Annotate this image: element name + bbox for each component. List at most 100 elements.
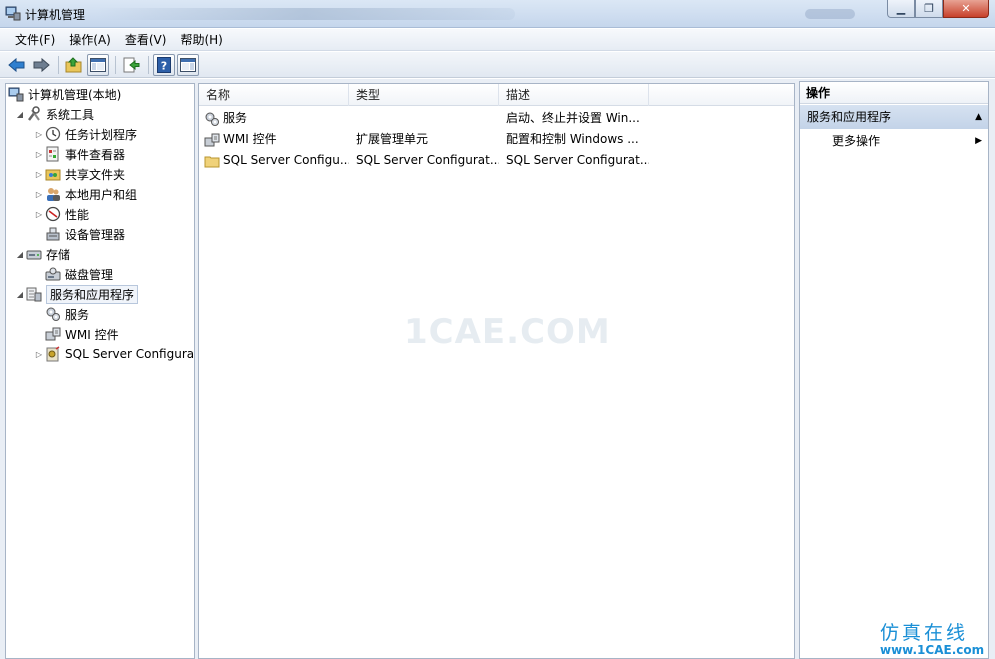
list-row-wmi[interactable]: WMI 控件 扩展管理单元 配置和控制 Windows ...: [199, 129, 794, 150]
help-icon: ?: [157, 56, 171, 73]
actions-pane: 操作 服务和应用程序 ▲ 更多操作 ▶: [799, 81, 989, 659]
wmi-control-icon: [45, 327, 61, 341]
collapse-up-icon[interactable]: ▲: [975, 105, 982, 129]
tree-item-root[interactable]: 计算机管理(本地): [8, 84, 121, 104]
menu-action[interactable]: 操作(A): [62, 29, 118, 50]
tree-label: 服务: [65, 307, 90, 322]
sql-server-icon: [46, 346, 60, 362]
menu-bar: 文件(F) 操作(A) 查看(V) 帮助(H): [0, 29, 995, 51]
tree-item-services[interactable]: 服务: [45, 304, 89, 324]
back-icon: [8, 57, 25, 72]
collapsed-arrow-icon[interactable]: ▷: [33, 144, 45, 164]
expanded-arrow-icon[interactable]: ◢: [14, 244, 26, 264]
tree-item-local-users[interactable]: ▷ 本地用户和组: [33, 184, 137, 204]
tree-label: SQL Server Configura: [65, 347, 195, 361]
expanded-arrow-icon[interactable]: ◢: [14, 104, 26, 124]
menu-file[interactable]: 文件(F): [8, 29, 62, 50]
help-button[interactable]: ?: [153, 53, 175, 76]
menu-view[interactable]: 查看(V): [118, 29, 174, 50]
tree-item-event-viewer[interactable]: ▷ 事件查看器: [33, 144, 125, 164]
blurred-address: [95, 8, 515, 20]
restore-icon: ❐: [924, 2, 934, 15]
tree-label: 性能: [65, 207, 90, 222]
tree-item-device-manager[interactable]: 设备管理器: [45, 224, 125, 244]
window-controls: ▁ ❐ ✕: [887, 0, 989, 18]
collapsed-arrow-icon[interactable]: ▷: [33, 164, 45, 184]
up-button[interactable]: [63, 54, 85, 76]
tree-item-storage[interactable]: ◢ 存储: [14, 244, 70, 264]
list-cell-description: SQL Server Configurat...: [506, 153, 649, 167]
results-list: 名称 类型 描述 服务 启动、终止并设置 Win... WMI 控件 扩展管理单…: [198, 83, 795, 659]
tree-item-services-apps[interactable]: ◢ 服务和应用程序: [14, 284, 139, 304]
tree-label: 计算机管理(本地): [28, 87, 122, 102]
maximize-button[interactable]: ❐: [915, 0, 943, 18]
services-gear-icon: [205, 112, 219, 126]
column-header-name[interactable]: 名称: [199, 84, 349, 106]
back-button[interactable]: [6, 54, 28, 76]
actions-title: 操作: [800, 82, 988, 104]
tree-item-performance[interactable]: ▷ 性能: [33, 204, 89, 224]
export-button[interactable]: [120, 54, 142, 76]
device-manager-icon: [46, 227, 60, 241]
expanded-arrow-icon[interactable]: ◢: [14, 284, 26, 304]
tree-label: 本地用户和组: [65, 187, 138, 202]
collapsed-arrow-icon[interactable]: ▷: [33, 124, 45, 144]
submenu-arrow-icon: ▶: [975, 136, 982, 146]
cell-text: SQL Server Configu...: [223, 153, 349, 167]
list-cell-name: WMI 控件: [199, 129, 349, 150]
show-tree-button[interactable]: [87, 53, 109, 76]
column-header-type[interactable]: 类型: [349, 84, 499, 106]
toolbar-separator: [58, 55, 59, 74]
users-icon: [47, 188, 60, 201]
performance-icon: [45, 206, 61, 222]
menu-help[interactable]: 帮助(H): [173, 29, 229, 50]
clock-icon: [45, 126, 61, 142]
actions-section-header[interactable]: 服务和应用程序 ▲: [800, 105, 988, 129]
tree-label: 服务和应用程序: [46, 284, 139, 304]
minimize-icon: ▁: [896, 2, 906, 15]
list-cell-type: 扩展管理单元: [356, 132, 429, 146]
list-cell-type: SQL Server Configurat...: [356, 153, 499, 167]
blurred-text: [805, 9, 855, 19]
actions-section-label: 服务和应用程序: [807, 110, 892, 124]
show-action-pane-button[interactable]: [177, 53, 199, 76]
tree-label: 磁盘管理: [65, 267, 114, 282]
forward-button[interactable]: [30, 54, 52, 76]
toolbar-separator: [148, 55, 149, 74]
tree-label: 设备管理器: [65, 227, 126, 242]
title-bar: 计算机管理 ▁ ❐ ✕: [0, 0, 995, 28]
services-apps-icon: [26, 287, 42, 302]
collapsed-arrow-icon[interactable]: ▷: [33, 184, 45, 204]
close-button[interactable]: ✕: [943, 0, 989, 18]
collapsed-arrow-icon[interactable]: ▷: [33, 344, 45, 364]
minimize-button[interactable]: ▁: [887, 0, 915, 18]
disk-management-icon: [45, 267, 61, 281]
window-title: 计算机管理: [25, 8, 86, 22]
tree-label: WMI 控件: [65, 327, 119, 342]
tree-item-disk-management[interactable]: 磁盘管理: [45, 264, 113, 284]
tree-item-task-scheduler[interactable]: ▷ 任务计划程序: [33, 124, 137, 144]
tree-label: 任务计划程序: [65, 127, 138, 142]
more-actions-label: 更多操作: [832, 134, 881, 148]
tree-item-sql-server[interactable]: ▷ SQL Server Configura: [33, 344, 194, 364]
tree-item-wmi[interactable]: WMI 控件: [45, 324, 119, 344]
tree-item-system-tools[interactable]: ◢ 系统工具: [14, 104, 94, 124]
more-actions-item[interactable]: 更多操作 ▶: [800, 130, 988, 152]
brand-url: www.1CAE.com: [880, 643, 985, 657]
brand-watermark: 仿真在线 www.1CAE.com: [880, 618, 984, 657]
list-cell-type: [349, 108, 499, 129]
tree-label: 事件查看器: [65, 147, 126, 162]
content-area: 计算机管理(本地) ◢ 系统工具 ▷ 任务计划程序 ▷ 事件查看器 ▷ 共享文件…: [0, 79, 995, 659]
list-cell-description: 启动、终止并设置 Win...: [506, 111, 640, 125]
tree-label: 共享文件夹: [65, 167, 126, 182]
column-header-description[interactable]: 描述: [499, 84, 649, 106]
toolbar-separator: [115, 55, 116, 74]
console-tree: 计算机管理(本地) ◢ 系统工具 ▷ 任务计划程序 ▷ 事件查看器 ▷ 共享文件…: [5, 83, 195, 659]
collapsed-arrow-icon[interactable]: ▷: [33, 204, 45, 224]
event-viewer-icon: [46, 146, 59, 162]
list-row-sql-server[interactable]: SQL Server Configu... SQL Server Configu…: [199, 150, 794, 171]
tools-icon: [28, 106, 40, 121]
tree-item-shared-folders[interactable]: ▷ 共享文件夹: [33, 164, 125, 184]
show-action-pane-icon: [180, 57, 196, 72]
list-row-services[interactable]: 服务 启动、终止并设置 Win...: [199, 108, 794, 129]
